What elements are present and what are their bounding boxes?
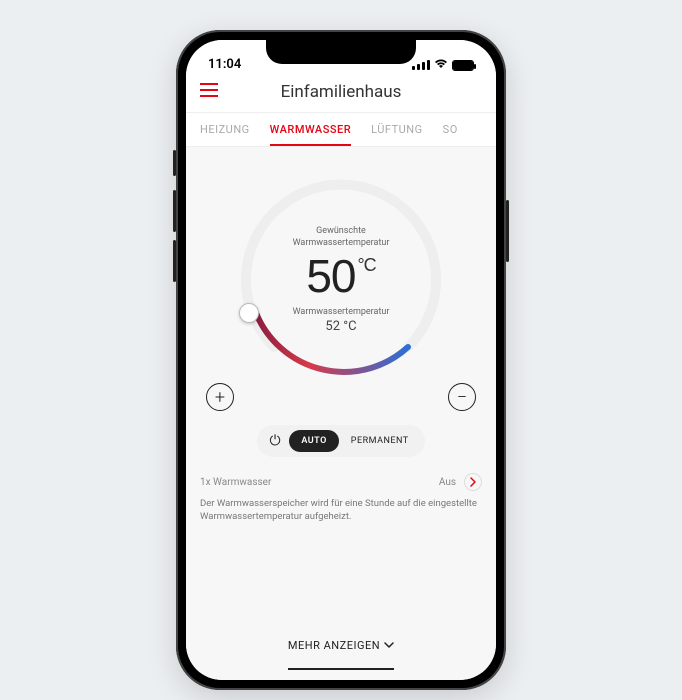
phone-side-button [506, 200, 509, 262]
temperature-dial[interactable]: Gewünschte Warmwassertemperatur 50 °C Wa… [226, 165, 456, 395]
battery-icon [452, 60, 474, 71]
signal-icon [412, 60, 430, 70]
actual-label: Warmwassertemperatur [293, 307, 390, 317]
dial-center: Gewünschte Warmwassertemperatur 50 °C Wa… [226, 165, 456, 395]
mode-power-button[interactable]: ⏻ [261, 429, 289, 453]
notch [266, 40, 416, 64]
mode-auto-button[interactable]: AUTO [289, 430, 338, 452]
hotwater-description: Der Warmwasserspeicher wird für eine Stu… [200, 497, 482, 524]
dial-handle[interactable] [239, 303, 259, 323]
actual-temperature: 52 °C [325, 319, 356, 334]
hotwater-status-right: Aus [439, 477, 456, 488]
phone-frame: 11:04 Einfamilienhaus HEIZUNG WARMWA [176, 30, 506, 690]
tab-heizung[interactable]: HEIZUNG [200, 123, 250, 146]
phone-side-button [173, 240, 176, 282]
hotwater-status-row[interactable]: 1x Warmwasser Aus [200, 473, 482, 491]
app-header: Einfamilienhaus [186, 74, 496, 113]
desired-label: Gewünschte Warmwassertemperatur [293, 226, 390, 249]
main-content: Gewünschte Warmwassertemperatur 50 °C Wa… [186, 147, 496, 680]
show-more-button[interactable]: MEHR ANZEIGEN [288, 629, 394, 670]
phone-side-button [173, 150, 176, 176]
clock: 11:04 [208, 57, 241, 72]
tab-warmwasser[interactable]: WARMWASSER [270, 123, 352, 146]
screen: 11:04 Einfamilienhaus HEIZUNG WARMWA [186, 40, 496, 680]
mode-selector: ⏻ AUTO PERMANENT [257, 425, 424, 457]
phone-side-button [173, 190, 176, 232]
chevron-right-icon[interactable] [464, 473, 482, 491]
page-title: Einfamilienhaus [200, 82, 482, 102]
hotwater-status-left: 1x Warmwasser [200, 477, 271, 488]
tab-more[interactable]: SO [443, 123, 458, 146]
wifi-icon [434, 58, 448, 72]
desired-temperature: 50 °C [306, 249, 375, 303]
tab-lueftung[interactable]: LÜFTUNG [371, 123, 423, 146]
status-right [412, 58, 474, 72]
tabs: HEIZUNG WARMWASSER LÜFTUNG SO [186, 113, 496, 147]
chevron-down-icon [384, 640, 394, 651]
mode-permanent-button[interactable]: PERMANENT [339, 430, 421, 452]
